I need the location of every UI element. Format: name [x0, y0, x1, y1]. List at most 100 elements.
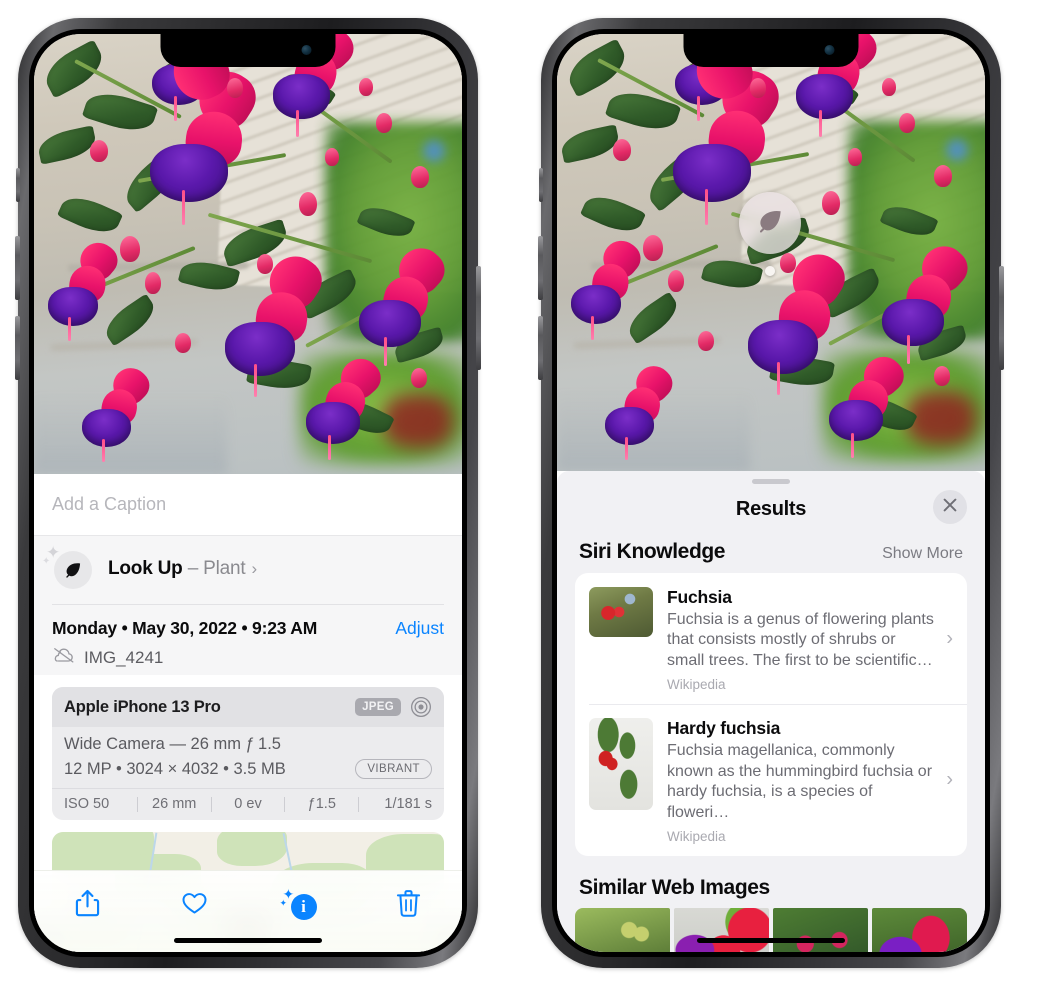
exif-focal-length: 26 mm	[152, 796, 197, 812]
power-button[interactable]	[476, 266, 481, 370]
cloud-slash-icon	[52, 646, 76, 669]
favorite-button[interactable]	[168, 885, 222, 925]
date-row: Monday • May 30, 2022 • 9:23 AM Adjust	[52, 618, 444, 639]
photo-metadata-block: Monday • May 30, 2022 • 9:23 AM Adjust I…	[34, 604, 462, 675]
screenshot-stage: Add a Caption ✦ ✦ Look Up – Plant › Mond…	[0, 0, 1055, 985]
info-glyph: i	[290, 894, 317, 920]
chevron-right-icon: ›	[946, 627, 953, 650]
photo-filename: IMG_4241	[84, 647, 164, 667]
results-sheet: Results Siri Knowledge Show More Fuchsia…	[557, 471, 985, 952]
front-camera-icon	[301, 45, 312, 55]
look-up-anchor-dot	[765, 266, 775, 276]
results-header: Results	[557, 484, 985, 534]
chevron-right-icon: ›	[251, 559, 258, 578]
camera-card-badges: JPEG	[355, 696, 432, 718]
look-up-row[interactable]: ✦ ✦ Look Up – Plant ›	[34, 536, 462, 604]
list-item[interactable]: Hardy fuchsia Fuchsia magellanica, commo…	[575, 704, 967, 856]
siri-knowledge-title: Siri Knowledge	[579, 540, 726, 563]
filename-row: IMG_4241	[52, 646, 444, 669]
camera-card-header: Apple iPhone 13 Pro JPEG	[52, 687, 444, 727]
lens-info: Wide Camera — 26 mm ƒ 1.5	[64, 735, 281, 753]
exif-iso: ISO 50	[64, 796, 110, 812]
volume-down-button[interactable]	[15, 316, 20, 380]
look-up-label: Look Up – Plant	[108, 558, 246, 580]
close-icon	[942, 497, 958, 518]
visual-look-up-pin[interactable]	[739, 192, 801, 254]
results-title: Results	[735, 497, 807, 520]
result-title: Fuchsia	[667, 587, 732, 607]
front-camera-icon	[824, 45, 835, 55]
photo-info-sheet: Add a Caption ✦ ✦ Look Up – Plant › Mond…	[34, 474, 462, 952]
share-icon	[74, 888, 101, 923]
power-button[interactable]	[999, 266, 1004, 370]
divider	[52, 604, 444, 605]
exif-exposure-value: 0 ev	[234, 796, 262, 812]
similar-image-thumbnail[interactable]	[872, 908, 967, 952]
notch	[160, 34, 336, 67]
siri-knowledge-card: Fuchsia Fuchsia is a genus of flowering …	[575, 573, 967, 857]
exif-row: ISO 50 26 mm 0 ev ƒ1.5 1/181 s	[52, 788, 444, 820]
right-phone-bezel: Results Siri Knowledge Show More Fuchsia…	[552, 29, 990, 957]
photographic-style-badge: VIBRANT	[355, 759, 432, 779]
volume-up-button[interactable]	[538, 236, 543, 300]
photo-date: Monday • May 30, 2022 • 9:23 AM	[52, 618, 318, 638]
target-icon	[410, 696, 432, 718]
similar-web-images-strip[interactable]	[557, 908, 985, 952]
result-title: Hardy fuchsia	[667, 718, 781, 739]
heart-icon	[181, 888, 208, 923]
chevron-right-icon: ›	[946, 768, 953, 791]
fuchsia-photo	[34, 34, 462, 474]
result-thumbnail	[589, 718, 653, 811]
camera-card-body: Wide Camera — 26 mm ƒ 1.5 12 MP • 3024 ×…	[52, 727, 444, 788]
right-phone-screen: Results Siri Knowledge Show More Fuchsia…	[557, 34, 985, 952]
look-up-separator: –	[187, 558, 199, 579]
result-description: Fuchsia is a genus of flowering plants t…	[667, 611, 934, 669]
info-button[interactable]: ✦ ✦ i	[275, 885, 329, 925]
specs-row: 12 MP • 3024 × 4032 • 3.5 MB VIBRANT	[64, 759, 432, 779]
similar-image-thumbnail[interactable]	[773, 908, 868, 952]
left-phone-bezel: Add a Caption ✦ ✦ Look Up – Plant › Mond…	[29, 29, 467, 957]
sparkle-small-icon: ✦	[279, 898, 288, 908]
result-text: Hardy fuchsia Fuchsia magellanica, commo…	[667, 718, 955, 844]
similar-web-images-header: Similar Web Images	[557, 856, 985, 908]
result-text: Fuchsia Fuchsia is a genus of flowering …	[667, 587, 955, 692]
exif-shutter-speed: 1/181 s	[384, 796, 432, 812]
look-up-category: Plant	[203, 558, 246, 579]
format-badge: JPEG	[355, 698, 401, 716]
photo-viewer[interactable]	[557, 34, 985, 471]
list-item[interactable]: Fuchsia Fuchsia is a genus of flowering …	[575, 573, 967, 704]
similar-image-thumbnail[interactable]	[575, 908, 670, 952]
right-phone-device: Results Siri Knowledge Show More Fuchsia…	[538, 18, 1004, 968]
silence-switch[interactable]	[539, 168, 543, 202]
result-thumbnail	[589, 587, 653, 637]
similar-web-images-title: Similar Web Images	[579, 876, 770, 900]
left-phone-device: Add a Caption ✦ ✦ Look Up – Plant › Mond…	[15, 18, 481, 968]
look-up-title: Look Up	[108, 558, 183, 579]
info-sparkle-icon: ✦ ✦ i	[280, 887, 317, 920]
trash-icon	[395, 888, 422, 923]
siri-knowledge-header: Siri Knowledge Show More	[557, 534, 985, 573]
result-source: Wikipedia	[667, 829, 726, 845]
adjust-date-button[interactable]: Adjust	[395, 618, 444, 639]
home-indicator[interactable]	[174, 938, 322, 943]
camera-device-name: Apple iPhone 13 Pro	[64, 697, 221, 716]
close-button[interactable]	[933, 490, 967, 524]
caption-placeholder: Add a Caption	[52, 494, 167, 514]
leaf-icon	[755, 206, 785, 241]
share-button[interactable]	[61, 885, 115, 925]
leaf-icon	[54, 551, 92, 589]
photo-viewer[interactable]	[34, 34, 462, 474]
volume-down-button[interactable]	[538, 316, 543, 380]
result-description: Fuchsia magellanica, commonly known as t…	[667, 742, 933, 821]
look-up-icon-wrap: ✦ ✦	[42, 544, 94, 590]
exif-aperture: ƒ1.5	[307, 796, 336, 812]
home-indicator[interactable]	[697, 938, 845, 943]
volume-up-button[interactable]	[15, 236, 20, 300]
delete-button[interactable]	[382, 885, 436, 925]
show-more-button[interactable]: Show More	[882, 545, 963, 563]
left-phone-screen: Add a Caption ✦ ✦ Look Up – Plant › Mond…	[34, 34, 462, 952]
similar-image-thumbnail[interactable]	[674, 908, 769, 952]
camera-info-card[interactable]: Apple iPhone 13 Pro JPEG Wide Camera — 2…	[52, 687, 444, 820]
caption-field-row[interactable]: Add a Caption	[34, 474, 462, 536]
silence-switch[interactable]	[16, 168, 20, 202]
